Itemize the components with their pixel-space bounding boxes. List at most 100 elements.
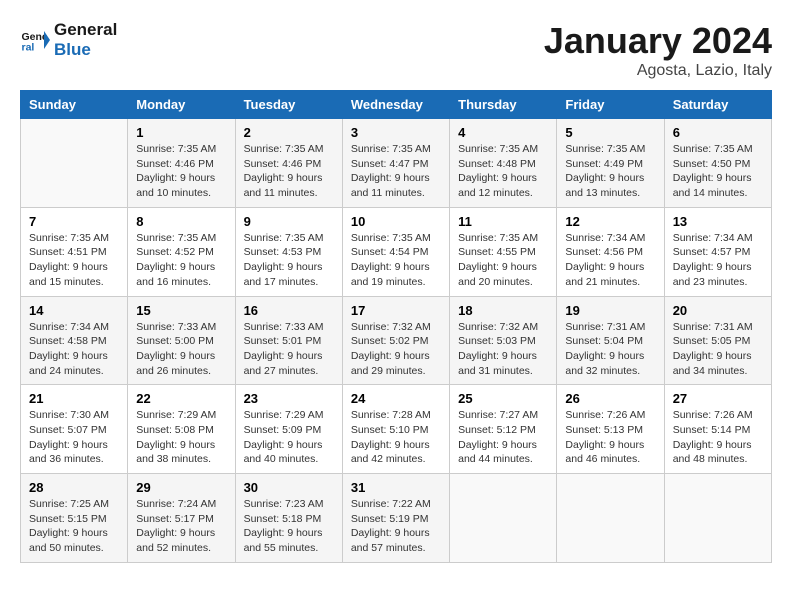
title-area: January 2024 Agosta, Lazio, Italy — [544, 20, 772, 80]
calendar-cell — [21, 119, 128, 208]
day-number: 27 — [673, 391, 763, 406]
day-info: Sunrise: 7:35 AM Sunset: 4:52 PM Dayligh… — [136, 231, 226, 290]
day-number: 13 — [673, 214, 763, 229]
day-info: Sunrise: 7:35 AM Sunset: 4:46 PM Dayligh… — [244, 142, 334, 201]
day-info: Sunrise: 7:24 AM Sunset: 5:17 PM Dayligh… — [136, 497, 226, 556]
calendar-cell: 1Sunrise: 7:35 AM Sunset: 4:46 PM Daylig… — [128, 119, 235, 208]
day-info: Sunrise: 7:35 AM Sunset: 4:55 PM Dayligh… — [458, 231, 548, 290]
day-info: Sunrise: 7:26 AM Sunset: 5:14 PM Dayligh… — [673, 408, 763, 467]
calendar-cell: 3Sunrise: 7:35 AM Sunset: 4:47 PM Daylig… — [342, 119, 449, 208]
header: Gene ral General Blue January 2024 Agost… — [20, 20, 772, 80]
week-row-5: 28Sunrise: 7:25 AM Sunset: 5:15 PM Dayli… — [21, 474, 772, 563]
header-cell-wednesday: Wednesday — [342, 91, 449, 119]
day-info: Sunrise: 7:26 AM Sunset: 5:13 PM Dayligh… — [565, 408, 655, 467]
calendar-cell: 21 Sunrise: 7:30 AM Sunset: 5:07 PM Dayli… — [21, 385, 128, 474]
day-number: 23 — [244, 391, 334, 406]
day-number: 30 — [244, 480, 334, 495]
day-info: Sunrise: 7:27 AM Sunset: 5:12 PM Dayligh… — [458, 408, 548, 467]
calendar-cell: 9Sunrise: 7:35 AM Sunset: 4:53 PM Daylig… — [235, 207, 342, 296]
day-number: 6 — [673, 125, 763, 140]
calendar-cell: 12Sunrise: 7:34 AM Sunset: 4:56 PM Dayli… — [557, 207, 664, 296]
calendar-cell: 23 Sunrise: 7:29 AM Sunset: 5:09 PM Dayli… — [235, 385, 342, 474]
week-row-3: 14 Sunrise: 7:34 AM Sunset: 4:58 PM Dayli… — [21, 296, 772, 385]
calendar-cell: 6Sunrise: 7:35 AM Sunset: 4:50 PM Daylig… — [664, 119, 771, 208]
header-cell-saturday: Saturday — [664, 91, 771, 119]
day-number: 11 — [458, 214, 548, 229]
day-number: 22 — [136, 391, 226, 406]
day-number: 2 — [244, 125, 334, 140]
day-info: Sunrise: 7:35 AM Sunset: 4:46 PM Dayligh… — [136, 142, 226, 201]
day-number: 29 — [136, 480, 226, 495]
day-info: Sunrise: 7:30 AM Sunset: 5:07 PM Dayligh… — [29, 408, 119, 467]
day-number: 21 — [29, 391, 119, 406]
logo: Gene ral General Blue — [20, 20, 117, 61]
day-number: 28 — [29, 480, 119, 495]
day-info: Sunrise: 7:31 AM Sunset: 5:05 PM Dayligh… — [673, 320, 763, 379]
day-info: Sunrise: 7:29 AM Sunset: 5:09 PM Dayligh… — [244, 408, 334, 467]
day-info: Sunrise: 7:34 AM Sunset: 4:57 PM Dayligh… — [673, 231, 763, 290]
calendar-cell: 10Sunrise: 7:35 AM Sunset: 4:54 PM Dayli… — [342, 207, 449, 296]
day-info: Sunrise: 7:34 AM Sunset: 4:58 PM Dayligh… — [29, 320, 119, 379]
day-number: 14 — [29, 303, 119, 318]
calendar-cell: 20 Sunrise: 7:31 AM Sunset: 5:05 PM Dayli… — [664, 296, 771, 385]
day-number: 15 — [136, 303, 226, 318]
logo-icon: Gene ral — [20, 25, 50, 55]
calendar-cell: 30 Sunrise: 7:23 AM Sunset: 5:18 PM Dayli… — [235, 474, 342, 563]
week-row-1: 1Sunrise: 7:35 AM Sunset: 4:46 PM Daylig… — [21, 119, 772, 208]
day-number: 4 — [458, 125, 548, 140]
calendar-cell — [450, 474, 557, 563]
calendar-cell: 29 Sunrise: 7:24 AM Sunset: 5:17 PM Dayli… — [128, 474, 235, 563]
day-number: 24 — [351, 391, 441, 406]
day-info: Sunrise: 7:23 AM Sunset: 5:18 PM Dayligh… — [244, 497, 334, 556]
day-number: 7 — [29, 214, 119, 229]
day-info: Sunrise: 7:31 AM Sunset: 5:04 PM Dayligh… — [565, 320, 655, 379]
day-number: 17 — [351, 303, 441, 318]
calendar-cell: 24Sunrise: 7:28 AM Sunset: 5:10 PM Dayli… — [342, 385, 449, 474]
day-info: Sunrise: 7:33 AM Sunset: 5:00 PM Dayligh… — [136, 320, 226, 379]
day-info: Sunrise: 7:32 AM Sunset: 5:02 PM Dayligh… — [351, 320, 441, 379]
calendar-table: SundayMondayTuesdayWednesdayThursdayFrid… — [20, 90, 772, 563]
day-info: Sunrise: 7:29 AM Sunset: 5:08 PM Dayligh… — [136, 408, 226, 467]
calendar-cell: 5Sunrise: 7:35 AM Sunset: 4:49 PM Daylig… — [557, 119, 664, 208]
calendar-cell: 17 Sunrise: 7:32 AM Sunset: 5:02 PM Dayli… — [342, 296, 449, 385]
day-number: 16 — [244, 303, 334, 318]
day-number: 18 — [458, 303, 548, 318]
calendar-cell: 22 Sunrise: 7:29 AM Sunset: 5:08 PM Dayli… — [128, 385, 235, 474]
calendar-cell: 18 Sunrise: 7:32 AM Sunset: 5:03 PM Dayli… — [450, 296, 557, 385]
logo-line1: General — [54, 20, 117, 40]
calendar-cell: 14 Sunrise: 7:34 AM Sunset: 4:58 PM Dayli… — [21, 296, 128, 385]
calendar-title: January 2024 — [544, 20, 772, 62]
day-info: Sunrise: 7:35 AM Sunset: 4:47 PM Dayligh… — [351, 142, 441, 201]
calendar-cell: 31 Sunrise: 7:22 AM Sunset: 5:19 PM Dayli… — [342, 474, 449, 563]
calendar-cell: 28Sunrise: 7:25 AM Sunset: 5:15 PM Dayli… — [21, 474, 128, 563]
calendar-cell: 27 Sunrise: 7:26 AM Sunset: 5:14 PM Dayli… — [664, 385, 771, 474]
day-info: Sunrise: 7:35 AM Sunset: 4:54 PM Dayligh… — [351, 231, 441, 290]
calendar-cell: 15 Sunrise: 7:33 AM Sunset: 5:00 PM Dayli… — [128, 296, 235, 385]
calendar-cell: 2 Sunrise: 7:35 AM Sunset: 4:46 PM Daylig… — [235, 119, 342, 208]
day-info: Sunrise: 7:22 AM Sunset: 5:19 PM Dayligh… — [351, 497, 441, 556]
week-row-2: 7Sunrise: 7:35 AM Sunset: 4:51 PM Daylig… — [21, 207, 772, 296]
calendar-cell: 16 Sunrise: 7:33 AM Sunset: 5:01 PM Dayli… — [235, 296, 342, 385]
header-cell-tuesday: Tuesday — [235, 91, 342, 119]
header-row: SundayMondayTuesdayWednesdayThursdayFrid… — [21, 91, 772, 119]
day-number: 25 — [458, 391, 548, 406]
day-info: Sunrise: 7:32 AM Sunset: 5:03 PM Dayligh… — [458, 320, 548, 379]
day-number: 20 — [673, 303, 763, 318]
calendar-cell: 13 Sunrise: 7:34 AM Sunset: 4:57 PM Dayli… — [664, 207, 771, 296]
week-row-4: 21 Sunrise: 7:30 AM Sunset: 5:07 PM Dayli… — [21, 385, 772, 474]
day-info: Sunrise: 7:33 AM Sunset: 5:01 PM Dayligh… — [244, 320, 334, 379]
calendar-cell: 8 Sunrise: 7:35 AM Sunset: 4:52 PM Daylig… — [128, 207, 235, 296]
logo-line2: Blue — [54, 40, 117, 60]
day-info: Sunrise: 7:34 AM Sunset: 4:56 PM Dayligh… — [565, 231, 655, 290]
day-number: 8 — [136, 214, 226, 229]
day-number: 19 — [565, 303, 655, 318]
day-number: 26 — [565, 391, 655, 406]
calendar-subtitle: Agosta, Lazio, Italy — [544, 62, 772, 80]
calendar-cell: 4Sunrise: 7:35 AM Sunset: 4:48 PM Daylig… — [450, 119, 557, 208]
calendar-cell — [664, 474, 771, 563]
calendar-cell: 26 Sunrise: 7:26 AM Sunset: 5:13 PM Dayli… — [557, 385, 664, 474]
day-number: 31 — [351, 480, 441, 495]
header-cell-thursday: Thursday — [450, 91, 557, 119]
calendar-cell — [557, 474, 664, 563]
calendar-cell: 19 Sunrise: 7:31 AM Sunset: 5:04 PM Dayli… — [557, 296, 664, 385]
